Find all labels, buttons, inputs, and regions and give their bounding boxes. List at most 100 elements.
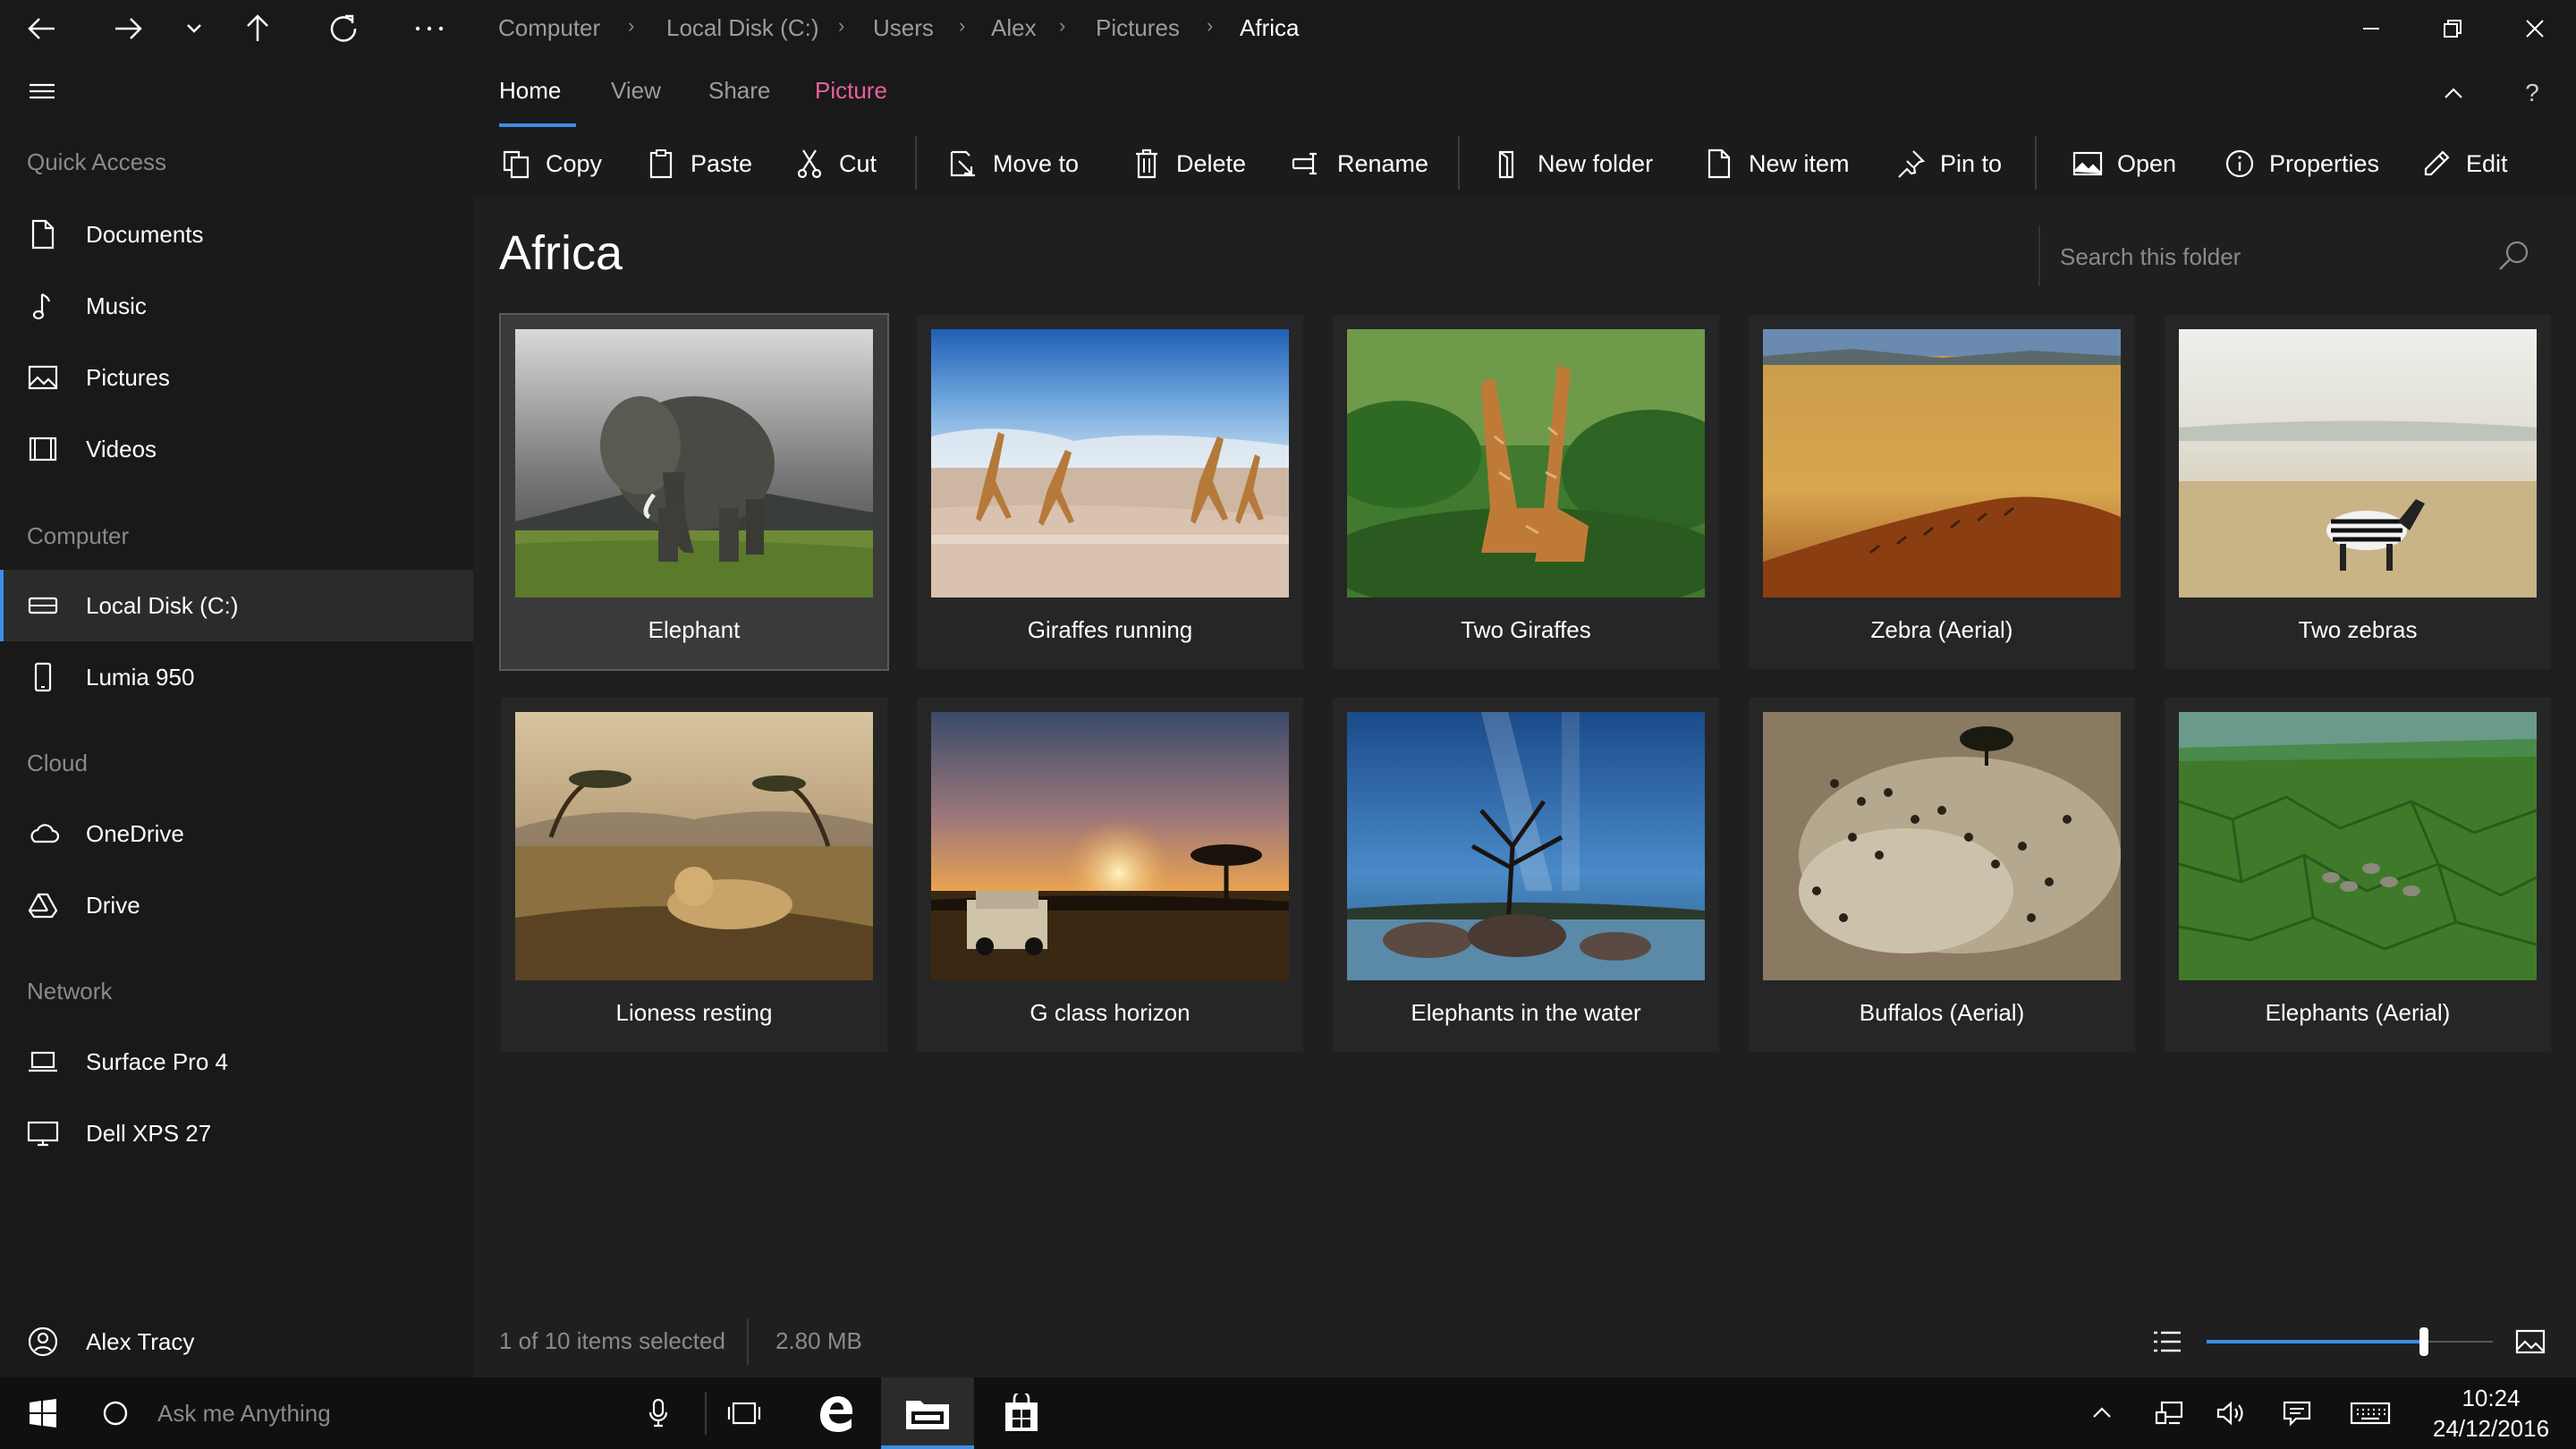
sidebar-item-onedrive[interactable]: OneDrive [0, 798, 473, 869]
breadcrumb-alex[interactable]: Alex [991, 14, 1037, 42]
rename-button[interactable]: Rename [1291, 129, 1428, 199]
hamburger-menu-button[interactable] [11, 59, 73, 123]
item-tile-two-giraffes[interactable]: Two Giraffes [1333, 315, 1719, 669]
forward-button[interactable] [97, 0, 159, 57]
move-to-button[interactable]: Move to [946, 129, 1079, 199]
details-view-button[interactable] [2149, 1324, 2185, 1360]
cut-button[interactable]: Cut [792, 129, 877, 199]
show-hidden-icons-button[interactable] [2079, 1377, 2125, 1449]
item-tile-buffalos-aerial[interactable]: Buffalos (Aerial) [1749, 698, 2135, 1052]
copy-label: Copy [546, 149, 603, 177]
pin-to-button[interactable]: Pin to [1894, 129, 2002, 199]
sidebar-item-documents[interactable]: Documents [0, 199, 473, 270]
windows-logo-icon [30, 1399, 56, 1428]
new-folder-button[interactable]: New folder [1491, 129, 1653, 199]
sidebar-item-surface-pro-4[interactable]: Surface Pro 4 [0, 1026, 473, 1097]
pin-to-label: Pin to [1940, 149, 2003, 177]
breadcrumb-users[interactable]: Users [873, 14, 934, 42]
minimize-button[interactable] [2335, 0, 2407, 57]
document-icon [27, 218, 59, 250]
item-tile-lioness-resting[interactable]: Lioness resting [501, 698, 887, 1052]
item-tile-giraffes-running[interactable]: Giraffes running [917, 315, 1303, 669]
item-tile-elephants-in-water[interactable]: Elephants in the water [1333, 698, 1719, 1052]
sidebar-item-videos[interactable]: Videos [0, 413, 473, 485]
slider-fill [2207, 1340, 2424, 1343]
thumbnail-size-slider[interactable] [2207, 1327, 2493, 1356]
thumbnail-two-zebras [2179, 329, 2537, 597]
file-explorer-taskbar-button[interactable] [881, 1377, 974, 1449]
tab-view[interactable]: View [611, 77, 661, 105]
refresh-button[interactable] [312, 0, 375, 57]
copy-button[interactable]: Copy [499, 129, 602, 199]
recent-locations-button[interactable] [163, 0, 225, 57]
search-icon[interactable] [2496, 238, 2532, 274]
sidebar-item-label: Pictures [86, 363, 170, 391]
microphone-icon [648, 1398, 668, 1428]
restore-icon [2444, 20, 2462, 38]
item-caption: Zebra (Aerial) [1870, 615, 2013, 643]
search-input[interactable] [2058, 240, 2455, 274]
breadcrumb-local-disk[interactable]: Local Disk (C:) [666, 14, 818, 42]
tab-home[interactable]: Home [499, 77, 561, 105]
tab-picture[interactable]: Picture [815, 77, 887, 105]
breadcrumb-africa[interactable]: Africa [1240, 14, 1299, 42]
ribbon-tabs: Home View Share Picture ? [473, 57, 2576, 129]
folder-title: Africa [499, 226, 623, 280]
breadcrumb-computer[interactable]: Computer [498, 14, 600, 42]
sidebar-item-local-disk[interactable]: Local Disk (C:) [0, 570, 473, 641]
minimize-icon [2363, 28, 2379, 30]
drive-icon [27, 589, 59, 622]
search-box[interactable] [2038, 225, 2532, 286]
slider-thumb[interactable] [2419, 1327, 2428, 1356]
chevron-right-icon: › [959, 14, 966, 37]
clock[interactable]: 10:24 24/12/2016 [2415, 1377, 2567, 1449]
user-account-button[interactable]: Alex Tracy [0, 1306, 473, 1377]
navigation-pane: Quick Access Documents Music Pictures Vi… [0, 0, 473, 1377]
store-bag-icon [1005, 1394, 1038, 1431]
restore-button[interactable] [2417, 0, 2488, 57]
taskbar: Ask me Anything 10:24 24/12/2016 [0, 1377, 2576, 1449]
breadcrumb-pictures[interactable]: Pictures [1096, 14, 1180, 42]
item-caption: Elephant [648, 615, 741, 643]
tab-share[interactable]: Share [708, 77, 770, 105]
thumbnail-lioness-resting [515, 712, 873, 980]
touch-keyboard-button[interactable] [2343, 1377, 2397, 1449]
back-button[interactable] [11, 0, 73, 57]
volume-button[interactable] [2207, 1377, 2254, 1449]
collapse-ribbon-button[interactable] [2418, 57, 2489, 129]
store-taskbar-button[interactable] [987, 1377, 1055, 1449]
item-caption: Elephants in the water [1411, 998, 1641, 1026]
item-tile-zebra-aerial[interactable]: Zebra (Aerial) [1749, 315, 2135, 669]
delete-button[interactable]: Delete [1130, 129, 1246, 199]
sidebar-item-pictures[interactable]: Pictures [0, 342, 473, 413]
sidebar-item-music[interactable]: Music [0, 270, 473, 342]
music-note-icon [27, 290, 59, 322]
thumbnail-view-button[interactable] [2512, 1324, 2548, 1360]
edit-button[interactable]: Edit [2419, 129, 2508, 199]
sidebar-item-drive[interactable]: Drive [0, 869, 473, 941]
item-tile-elephants-aerial[interactable]: Elephants (Aerial) [2165, 698, 2551, 1052]
sidebar-item-lumia-950[interactable]: Lumia 950 [0, 641, 473, 713]
thumbnail-zebra-aerial [1763, 329, 2121, 597]
item-tile-two-zebras[interactable]: Two zebras [2165, 315, 2551, 669]
item-tile-g-class-horizon[interactable]: G class horizon [917, 698, 1303, 1052]
network-status-button[interactable] [2147, 1377, 2193, 1449]
item-tile-elephant[interactable]: Elephant [499, 313, 889, 671]
properties-button[interactable]: Properties [2223, 129, 2379, 199]
sidebar-item-dell-xps-27[interactable]: Dell XPS 27 [0, 1097, 473, 1169]
more-button[interactable] [398, 0, 461, 57]
new-item-button[interactable]: New item [1702, 129, 1850, 199]
monitor-icon [27, 1117, 59, 1149]
task-view-button[interactable] [716, 1377, 773, 1449]
start-button[interactable] [0, 1377, 86, 1449]
paste-button[interactable]: Paste [644, 129, 752, 199]
help-button[interactable]: ? [2496, 57, 2568, 129]
up-button[interactable] [226, 0, 289, 57]
action-center-button[interactable] [2274, 1377, 2320, 1449]
microphone-button[interactable] [631, 1377, 685, 1449]
open-button[interactable]: Open [2071, 129, 2176, 199]
sidebar-item-label: Lumia 950 [86, 663, 195, 691]
close-button[interactable] [2499, 0, 2571, 57]
edge-taskbar-button[interactable] [801, 1377, 869, 1449]
cortana-search-box[interactable]: Ask me Anything [100, 1377, 691, 1449]
